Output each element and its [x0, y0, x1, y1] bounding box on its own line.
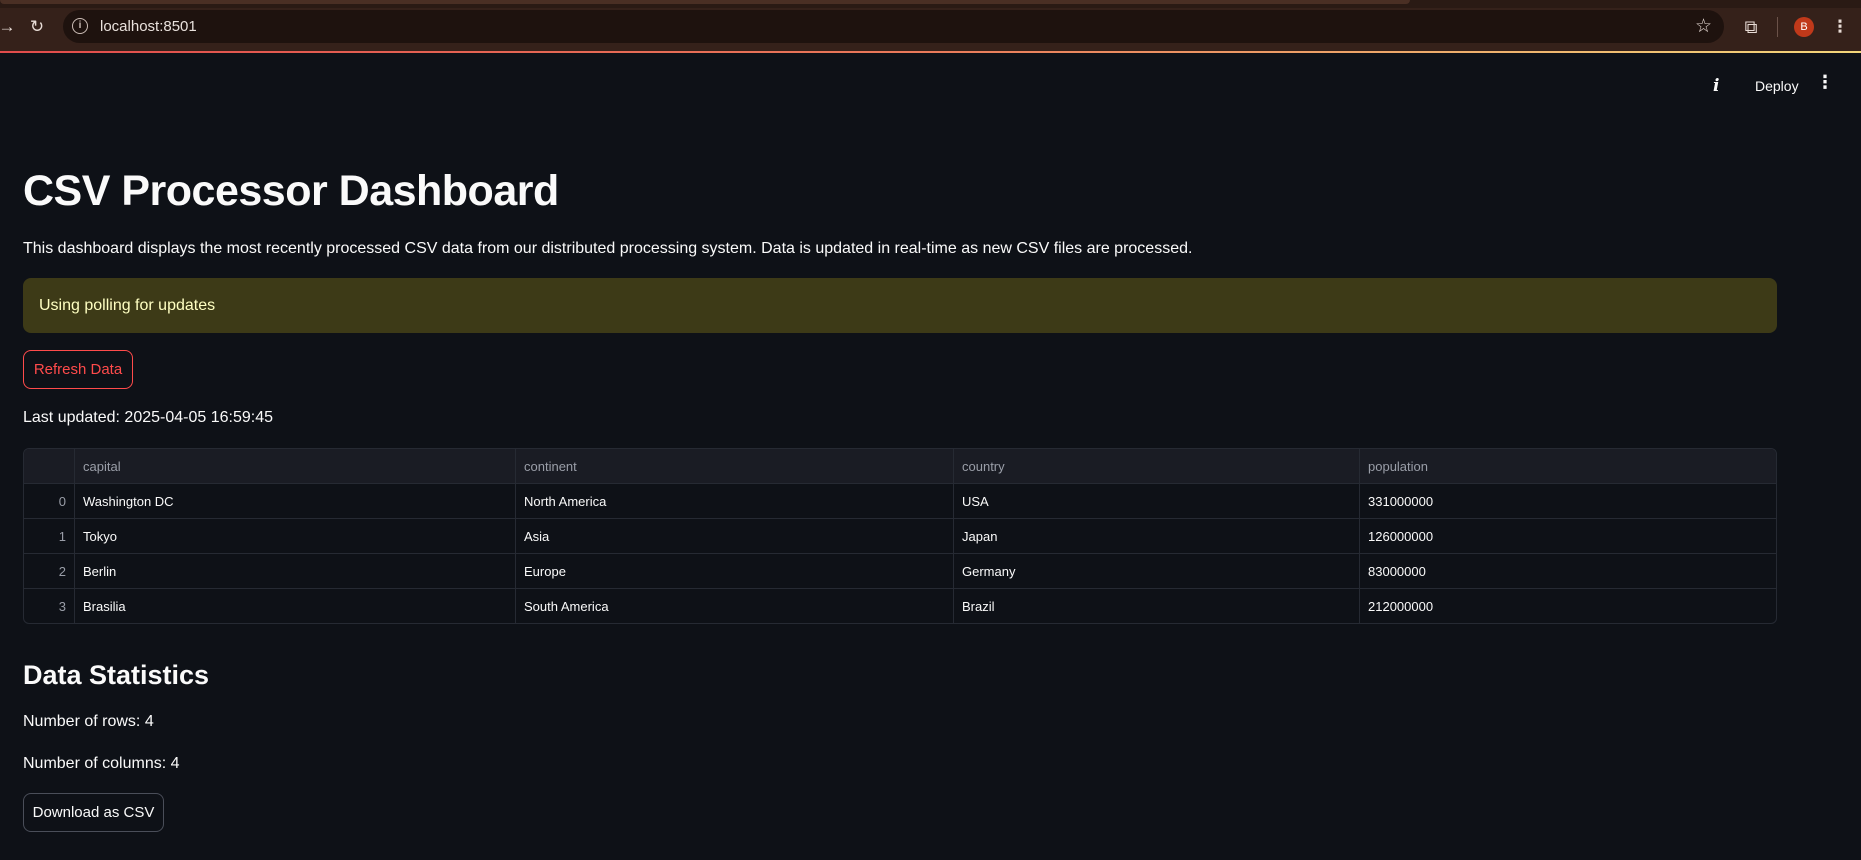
table-cell[interactable]: South America — [516, 589, 954, 623]
info-icon[interactable]: i — [1713, 76, 1719, 96]
last-updated-text: Last updated: 2025-04-05 16:59:45 — [23, 409, 273, 426]
data-statistics-title: Data Statistics — [23, 660, 210, 690]
table-cell[interactable]: Brazil — [954, 589, 1360, 623]
extensions-icon[interactable]: ⧉ — [1738, 14, 1764, 40]
row-index: 3 — [24, 589, 75, 623]
active-tab[interactable] — [0, 0, 1410, 4]
column-header-population[interactable]: population — [1360, 449, 1776, 484]
row-count-text: Number of rows: 4 — [23, 713, 154, 730]
page-title: CSV Processor Dashboard — [23, 167, 559, 215]
table-cell[interactable]: USA — [954, 484, 1360, 519]
table-cell[interactable]: Tokyo — [75, 519, 516, 554]
table-row: 3 Brasilia South America Brazil 21200000… — [24, 589, 1776, 623]
browser-toolbar: → ↻ i localhost:8501 ☆ ⧉ B ⋮ — [0, 0, 1861, 53]
tab-strip — [0, 0, 1861, 8]
table-cell[interactable]: Europe — [516, 554, 954, 589]
row-index: 2 — [24, 554, 75, 589]
table-cell[interactable]: North America — [516, 484, 954, 519]
address-bar[interactable]: i localhost:8501 ☆ — [63, 10, 1724, 43]
table-cell[interactable]: Germany — [954, 554, 1360, 589]
table-cell[interactable]: Berlin — [75, 554, 516, 589]
row-index: 1 — [24, 519, 75, 554]
download-csv-button[interactable]: Download as CSV — [23, 793, 164, 832]
table-row: 1 Tokyo Asia Japan 126000000 — [24, 519, 1776, 554]
table-row: 2 Berlin Europe Germany 83000000 — [24, 554, 1776, 589]
bookmark-star-icon[interactable]: ☆ — [1695, 15, 1712, 38]
url-text[interactable]: localhost:8501 — [100, 18, 197, 35]
table-cell[interactable]: Brasilia — [75, 589, 516, 623]
refresh-data-button[interactable]: Refresh Data — [23, 350, 133, 389]
toolbar-divider — [1777, 17, 1778, 37]
main-menu-icon[interactable]: ⋮ — [1816, 72, 1834, 93]
app-header: i Deploy ⋮ — [0, 53, 1861, 121]
table-cell[interactable]: 83000000 — [1360, 554, 1776, 589]
page-description: This dashboard displays the most recentl… — [23, 240, 1193, 257]
profile-avatar[interactable]: B — [1794, 17, 1814, 37]
back-icon[interactable]: → — [0, 14, 20, 40]
row-index: 0 — [24, 484, 75, 519]
table-header-row: capital continent country population — [24, 449, 1776, 484]
table-cell[interactable]: Asia — [516, 519, 954, 554]
deploy-button[interactable]: Deploy — [1755, 78, 1799, 94]
data-table[interactable]: capital continent country population 0 W… — [23, 448, 1777, 624]
alert-text: Using polling for updates — [39, 297, 216, 314]
browser-menu-icon[interactable]: ⋮ — [1827, 14, 1853, 40]
table-cell[interactable]: 212000000 — [1360, 589, 1776, 623]
column-header-country[interactable]: country — [954, 449, 1360, 484]
reload-icon[interactable]: ↻ — [24, 14, 50, 40]
site-info-icon[interactable]: i — [72, 18, 88, 34]
index-header — [24, 449, 75, 484]
table-row: 0 Washington DC North America USA 331000… — [24, 484, 1776, 519]
column-count-text: Number of columns: 4 — [23, 755, 180, 772]
table-cell[interactable]: Washington DC — [75, 484, 516, 519]
table-cell[interactable]: 331000000 — [1360, 484, 1776, 519]
table-cell[interactable]: Japan — [954, 519, 1360, 554]
column-header-capital[interactable]: capital — [75, 449, 516, 484]
table-cell[interactable]: 126000000 — [1360, 519, 1776, 554]
column-header-continent[interactable]: continent — [516, 449, 954, 484]
info-alert: Using polling for updates — [23, 278, 1777, 333]
